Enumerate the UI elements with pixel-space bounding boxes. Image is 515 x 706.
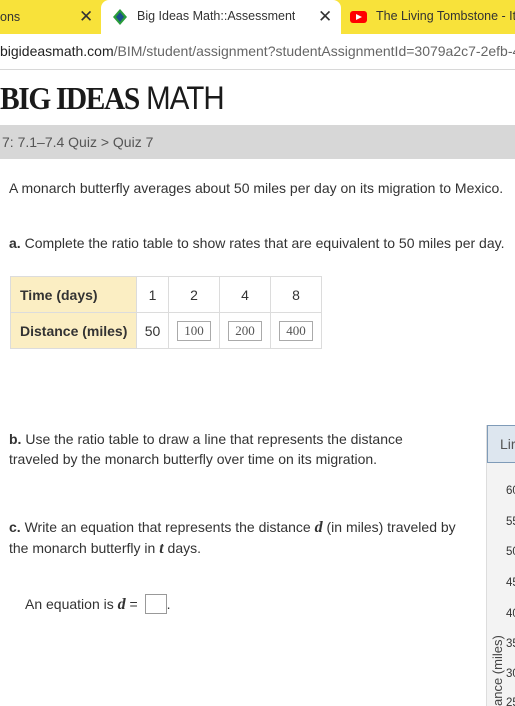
y-tick-label: 50	[506, 546, 515, 558]
part-a-label: a.	[9, 235, 21, 251]
part-b-label: b.	[9, 431, 22, 447]
row-header-time: Time (days)	[10, 276, 137, 313]
table-row: Distance (miles) 50 100 200 400	[10, 312, 322, 349]
part-a-prompt: a. Complete the ratio table to show rate…	[9, 233, 504, 253]
address-bar[interactable]: bigideasmath.com/BIM/student/assignment?…	[0, 34, 515, 70]
part-c-text: Write an equation that represents the di…	[20, 519, 315, 535]
logo-part1: BIG IDEAS	[0, 80, 140, 116]
y-tick-label: 40	[506, 608, 515, 620]
table-cell: 400	[270, 312, 322, 349]
breadcrumb: 7: 7.1–7.4 Quiz > Quiz 7	[0, 125, 515, 159]
equation-input[interactable]	[144, 594, 167, 614]
part-c-prompt: c. Write an equation that represents the…	[9, 517, 469, 559]
variable-d: d	[314, 519, 323, 536]
logo-part2: MATH	[138, 80, 224, 116]
close-icon[interactable]: ✕	[318, 7, 332, 27]
part-a-text: Complete the ratio table to show rates t…	[20, 235, 505, 251]
table-cell: 4	[219, 276, 271, 313]
y-tick-label: 25	[506, 697, 515, 706]
distance-input[interactable]: 100	[177, 320, 211, 341]
part-c-label: c.	[9, 519, 21, 535]
variable-d: d	[117, 596, 126, 613]
table-cell: 1	[136, 276, 169, 313]
browser-tab-active[interactable]: Big Ideas Math::Assessment ✕	[101, 0, 341, 34]
browser-tab[interactable]: ons ✕	[0, 0, 100, 34]
answer-prefix: An equation is	[25, 596, 118, 612]
part-b-prompt: b. Use the ratio table to draw a line th…	[9, 429, 449, 469]
table-cell: 50	[136, 312, 169, 349]
y-tick-label: 45	[506, 577, 515, 589]
equation-answer-line: An equation is d = .	[25, 594, 170, 615]
y-tick-label: 35	[506, 638, 515, 650]
table-cell: 8	[270, 276, 322, 313]
url-text: bigideasmath.com/BIM/student/assignment?…	[0, 43, 515, 59]
y-tick-label: 60	[506, 485, 515, 497]
y-tick-label: 55	[506, 516, 515, 528]
browser-tab[interactable]: The Living Tombstone - It's	[341, 0, 515, 34]
y-axis-label: ance (miles)	[490, 635, 505, 706]
big-ideas-logo-icon	[113, 9, 127, 25]
distance-input[interactable]: 200	[228, 320, 262, 341]
ratio-table: Time (days) 1 2 4 8 Distance (miles) 50 …	[10, 276, 322, 349]
row-header-distance: Distance (miles)	[10, 312, 137, 349]
youtube-icon	[350, 11, 367, 23]
url-host: bigideasmath.com	[0, 43, 114, 59]
y-tick-label: 30	[506, 668, 515, 680]
table-row: Time (days) 1 2 4 8	[10, 276, 322, 313]
equals-sign: =	[125, 596, 142, 612]
browser-tab-strip: ons ✕ Big Ideas Math::Assessment ✕ The L…	[0, 0, 515, 34]
question-intro: A monarch butterfly averages about 50 mi…	[9, 180, 504, 196]
part-b-text: Use the ratio table to draw a line that …	[9, 431, 403, 467]
tab-title: ons	[0, 10, 21, 24]
part-c-text: days.	[163, 540, 201, 556]
big-ideas-math-logo[interactable]: BIG IDEAS MATH	[0, 80, 225, 117]
answer-suffix: .	[166, 596, 171, 612]
tab-title: Big Ideas Math::Assessment	[137, 9, 296, 23]
close-icon[interactable]: ✕	[79, 7, 93, 27]
line-tool-button[interactable]: Lir	[487, 425, 515, 463]
url-path: /BIM/student/assignment?studentAssignmen…	[113, 43, 515, 59]
table-cell: 200	[219, 312, 271, 349]
tab-title: The Living Tombstone - It's	[376, 9, 515, 23]
distance-input[interactable]: 400	[279, 320, 313, 341]
table-cell: 100	[168, 312, 220, 349]
table-cell: 2	[168, 276, 220, 313]
